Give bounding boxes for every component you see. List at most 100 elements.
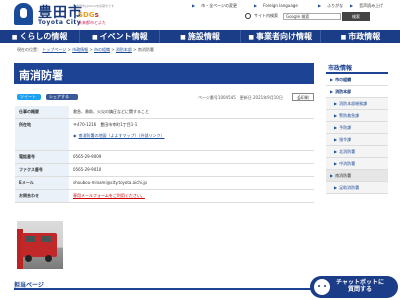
sidebar-item-label: 消防本部 [335,89,352,94]
chevron-right-icon: ▶ [334,149,338,154]
chevron-right-icon: ▶ [330,89,334,94]
facebook-label: シェアする [49,94,69,99]
sidebar-item[interactable]: ▶ 北消防署 [326,146,388,158]
sidebar-item-label: 警防救急課 [339,113,360,118]
home-icon: ■ [11,34,18,41]
nav-label: くらしの情報 [19,32,68,41]
header-link-label: ふりがな [327,3,344,8]
nav-label: 市政情報 [348,32,381,41]
table-value: 救急、救助、火災の鎮圧などに関すること [69,106,314,119]
table-row: 電話番号 0565-29-9009 [15,150,314,164]
sidebar-item-label: 南消防署 [335,173,352,178]
event-icon: ■ [91,34,98,41]
search-label: サイト内検索 [254,13,278,18]
page-title: 南消防署 [19,69,63,82]
header-link-label: 市・全ページの変更 [201,3,237,8]
sidebar-item[interactable]: ▶ 予防課 [326,122,388,134]
sidebar-item[interactable]: ▶ 足助消防署 [326,182,388,194]
table-row: Eメール shoubou-minami@city.toyota.aichi.jp [15,176,314,190]
print-button[interactable]: ⎙印刷 [292,93,314,101]
section-divider [14,288,314,290]
chevron-right-icon: ▶ [330,173,334,178]
truck-wheel [45,255,52,262]
site-logo-sub: Toyota City [38,19,82,26]
sdgs-logo[interactable]: SDGs [78,11,99,19]
breadcrumb-link[interactable]: 市の組織 [94,47,110,52]
search-input[interactable]: Google 検索 [283,13,341,20]
table-value: 〒470-1216 豊田市幸町1丁目1-1 ◉ 南消防署の地図（よよすマップ）（外… [69,118,314,151]
sidebar-item[interactable]: ▶ 中消防署 [326,158,388,170]
sidebar-item[interactable]: ▶ 市の組織 [326,74,388,86]
page-id-info: ページ番号1004545 更新日 2021年9月10日 [198,95,283,100]
nav-item-business[interactable]: ■ 事業者向け情報 [241,30,321,43]
print-label: 印刷 [300,95,309,100]
table-key: 所在地 [15,118,69,151]
chevron-right-icon: ▶ [350,3,354,8]
sidebar-item-label: 消防本部総務課 [339,101,368,106]
contact-form-link[interactable]: 専用メールフォームをご利用ください。 [73,193,145,198]
sidebar-item[interactable]: ▶ 消防本部 [326,86,388,98]
nav-label: 施設情報 [187,32,220,41]
truck-window [41,236,51,242]
fire-truck-photo [17,221,63,269]
header-link-voice[interactable]: ▶ 音声読み上げ [350,3,389,9]
header-link-english[interactable]: ▶ Foreign language [254,3,304,8]
sdgs-a: SDG [78,11,95,19]
header-link-label: 音声読み上げ [359,3,384,8]
table-value: 0565-29-9009 [69,150,314,164]
table-row: お問合わせ 専用メールフォームをご利用ください。 [15,189,314,203]
nav-item-living[interactable]: ■ くらしの情報 [0,30,81,43]
sidebar-item-label: 予防課 [339,125,352,130]
sidebar-item[interactable]: ▶ 警防救急課 [326,110,388,122]
chatbot-button[interactable]: チャットボットに 質問する [310,276,398,298]
sidebar-item-label: 中消防署 [339,161,356,166]
table-key: お問合わせ [15,189,69,203]
sidebar-item-current[interactable]: ▶ 南消防署 [326,170,388,182]
tweet-button[interactable]: ツイート [17,94,41,100]
sdgs-caption: 豊田市はSDGs未来都市です [76,4,115,8]
sidebar-item-label: 足助消防署 [339,185,360,190]
sidebar-item[interactable]: ▶ 消防本部総務課 [326,98,388,110]
sidebar-heading[interactable]: 市政情報 [328,63,352,72]
chevron-right-icon: ▶ [318,3,322,8]
sidebar-item[interactable]: ▶ 指令課 [326,134,388,146]
truck-window [25,236,35,242]
header-link-furigana[interactable]: ▶ ふりがな [318,3,349,9]
chevron-right-icon: ▶ [334,125,338,130]
sidebar-list: ▶ 市の組織 ▶ 消防本部 ▶ 消防本部総務課 ▶ 警防救急課 ▶ 予防課 ▶ 指令課 ▶ 北… [326,74,388,194]
table-row: 仕事の概要 救急、救助、火災の鎮圧などに関すること [15,106,314,119]
header-link-foreign[interactable]: ▶ 市・全ページの変更 [192,3,243,9]
breadcrumb-link[interactable]: 市政情報 [72,47,88,52]
chevron-right-icon: ▶ [334,185,338,190]
facebook-share-button[interactable]: シェアする [46,94,78,100]
chevron-right-icon: ▶ [330,77,334,82]
table-value: 専用メールフォームをご利用ください。 [69,189,314,203]
sdgs-sub: 未来都市とよた [78,20,106,25]
table-key: 仕事の概要 [15,106,69,119]
breadcrumb-link[interactable]: 消防本部 [116,47,132,52]
header-link-label: Foreign language [263,3,298,8]
chatbot-line1: チャットボットに [336,279,384,286]
chevron-right-icon: ▶ [334,137,338,142]
nav-item-event[interactable]: ■ イベント情報 [80,30,161,43]
truck-wheel [25,255,32,262]
breadcrumb-link[interactable]: トップページ [42,47,66,52]
map-link[interactable]: 南消防署の地図（よよすマップ）（外部リンク） [79,133,165,138]
global-nav: ■ くらしの情報 ■ イベント情報 ■ 施設情報 ■ 事業者向け情報 ■ 市政情報 [0,30,400,43]
chatbot-icon [314,279,330,295]
site-header: 豊田市 Toyota City 豊田市はSDGs未来都市です SDGs 未来都市… [0,0,400,30]
nav-item-city[interactable]: ■ 市政情報 [321,30,400,43]
sidebar-item-label: 市の組織 [335,77,352,82]
nav-label: 事業者向け情報 [256,32,313,41]
chevron-right-icon: ▶ [334,161,338,166]
city-emblem-icon[interactable] [14,3,33,25]
tweet-label: ツイート [20,94,36,99]
search-button[interactable]: 検索 [342,12,370,21]
table-key: 電話番号 [15,150,69,164]
chevron-right-icon: ▶ [334,113,338,118]
city-icon: ■ [340,34,347,41]
nav-item-facility[interactable]: ■ 施設情報 [160,30,241,43]
business-icon: ■ [248,34,255,41]
map-link-row: ◉ 南消防署の地図（よよすマップ）（外部リンク） [73,133,310,139]
map-icon: ◉ [73,133,77,138]
